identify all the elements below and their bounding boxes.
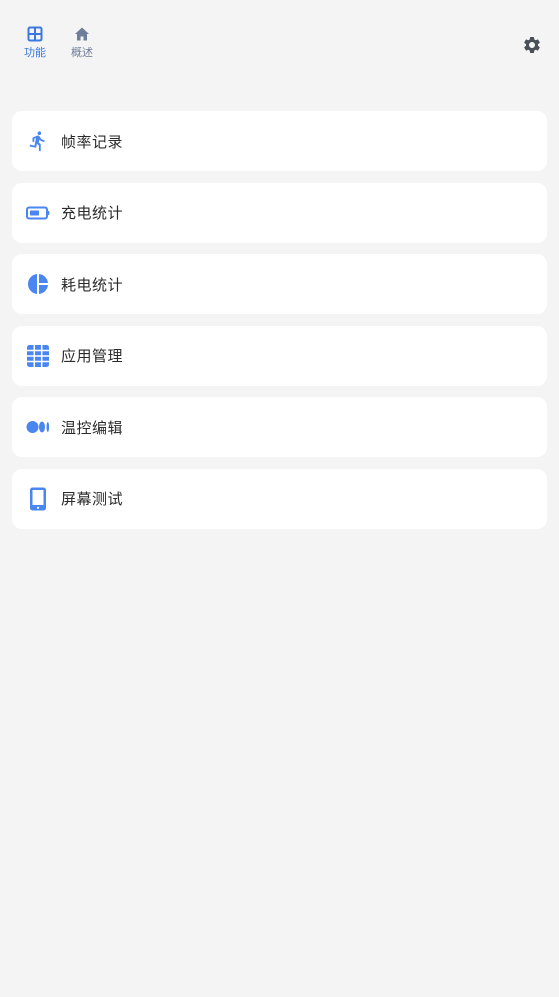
tab-overview[interactable]: 概述	[58, 26, 106, 66]
home-icon	[74, 26, 90, 42]
gear-icon	[522, 35, 542, 55]
menu-item-screen-test[interactable]: 屏幕测试	[12, 468, 547, 529]
grid-icon	[27, 26, 43, 42]
feature-menu: 帧率记录 充电统计 耗电统计 应用管理 温控编辑 屏幕测试	[12, 111, 547, 541]
tab-label: 概述	[71, 46, 93, 59]
tab-features[interactable]: 功能	[11, 26, 59, 66]
settings-button[interactable]	[522, 35, 542, 55]
menu-item-power-consumption[interactable]: 耗电统计	[12, 254, 547, 315]
menu-item-label: 屏幕测试	[61, 490, 124, 509]
pie-chart-icon	[26, 272, 50, 296]
menu-item-label: 耗电统计	[61, 275, 124, 294]
menu-item-charging-stats[interactable]: 充电统计	[12, 182, 547, 243]
phone-screen-icon	[26, 487, 50, 511]
top-bar: 功能 概述	[0, 0, 559, 80]
menu-item-frame-rate[interactable]: 帧率记录	[12, 111, 547, 171]
menu-item-label: 充电统计	[61, 204, 124, 223]
thermal-dots-icon	[26, 415, 50, 439]
menu-item-label: 应用管理	[61, 347, 124, 366]
menu-item-label: 帧率记录	[61, 132, 124, 151]
menu-item-app-management[interactable]: 应用管理	[12, 325, 547, 386]
battery-icon	[26, 201, 50, 225]
menu-item-label: 温控编辑	[61, 418, 124, 437]
menu-item-thermal-control[interactable]: 温控编辑	[12, 397, 547, 458]
running-person-icon	[26, 129, 50, 153]
apps-grid-icon	[26, 344, 50, 368]
tab-label: 功能	[24, 46, 46, 59]
